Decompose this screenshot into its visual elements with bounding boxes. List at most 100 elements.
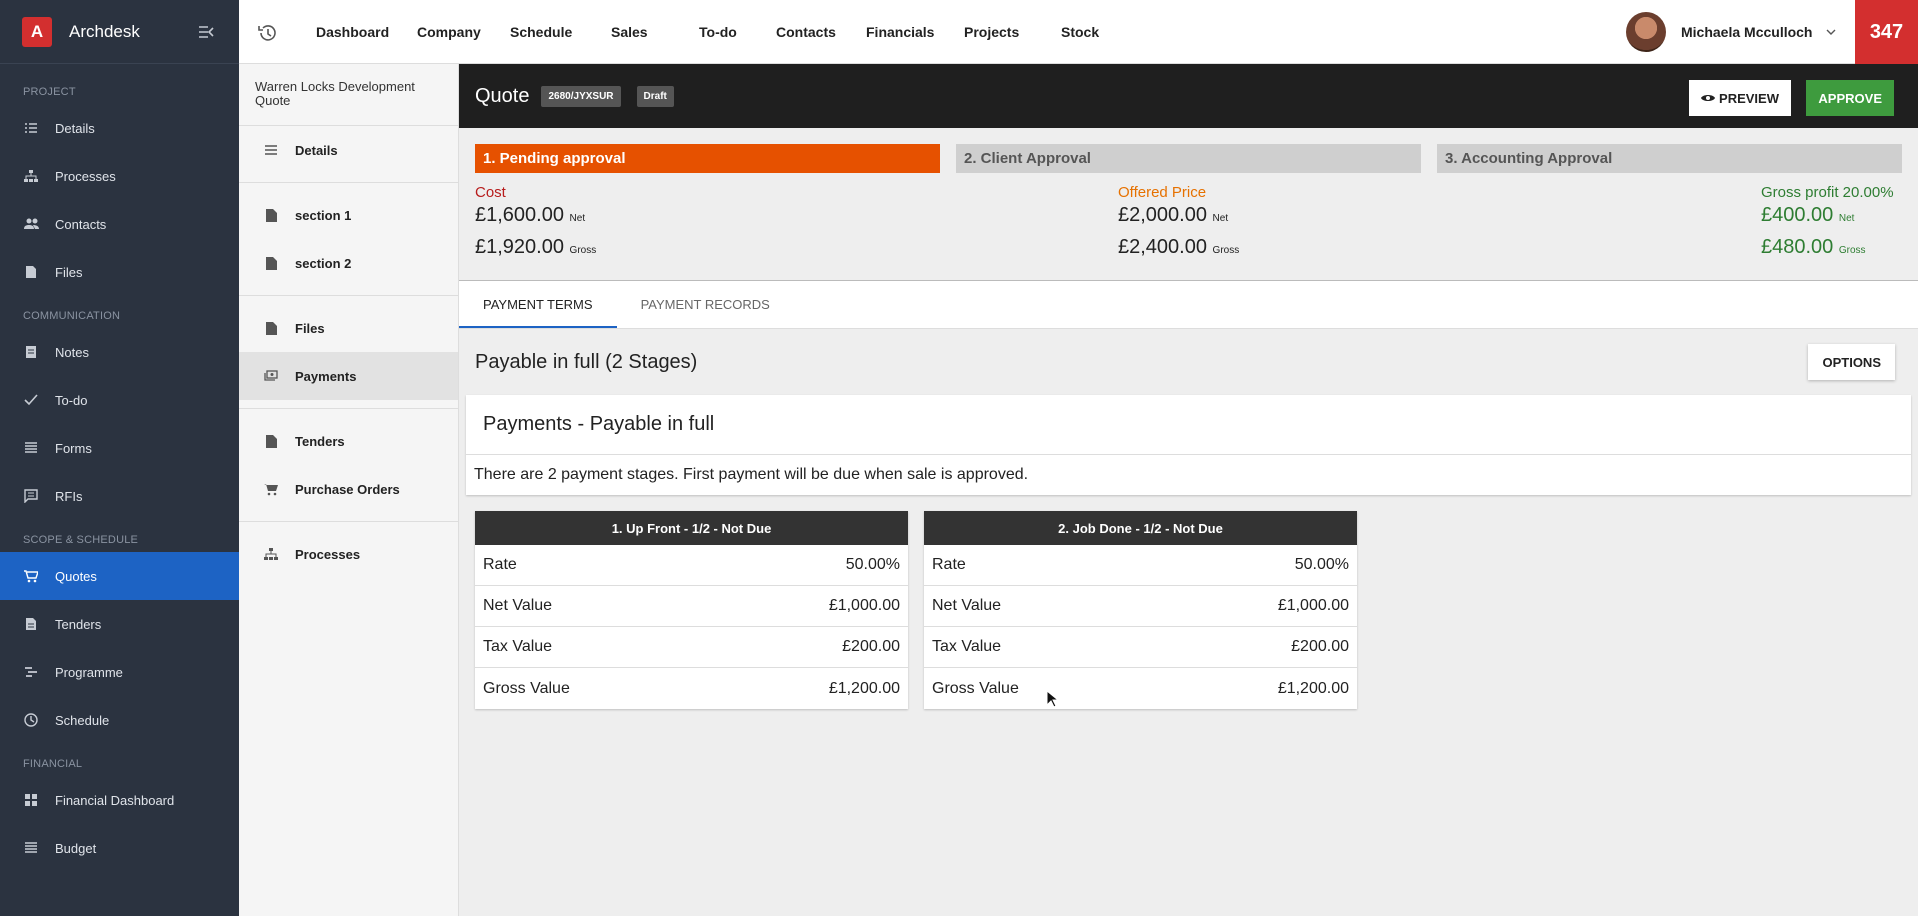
note-icon [23,344,39,360]
nav-todo[interactable]: To-do [699,24,737,40]
nav-stock[interactable]: Stock [1061,24,1099,40]
sidebar-item-label: Details [55,120,95,136]
history-icon[interactable] [257,22,279,44]
divider [239,295,458,296]
submenu-item-label: Processes [295,546,361,562]
cart-icon [23,568,39,584]
payment-stage-card: 2. Job Done - 1/2 - Not Due Rate 50.00% N… [924,511,1357,709]
submenu-item-tenders[interactable]: Tenders [239,417,458,465]
submenu-item-purchase-orders[interactable]: Purchase Orders [239,465,458,513]
submenu-item-processes[interactable]: Processes [239,530,458,578]
sidebar-item-label: Processes [55,168,116,184]
document-icon [23,616,39,632]
quote-name: Warren Locks Development Quote [239,64,458,126]
status-badge: Draft [636,85,674,107]
sidebar-section-communication: COMMUNICATION [23,310,121,322]
dashboard-icon [23,792,39,808]
table-row: Tax Value £200.00 [924,627,1357,668]
avatar [1626,12,1666,52]
clock-icon [23,712,39,728]
sidebar-item-files[interactable]: Files [0,248,239,296]
preview-label: PREVIEW [1719,90,1779,106]
offered-price-label: Offered Price [1118,184,1207,201]
sidebar-item-rfis[interactable]: RFIs [0,472,239,520]
nav-dashboard[interactable]: Dashboard [316,24,389,40]
submenu-item-files[interactable]: Files [239,304,458,352]
payments-description: There are 2 payment stages. First paymen… [474,466,1029,483]
submenu-item-details[interactable]: Details [239,126,458,174]
sidebar-item-tenders[interactable]: Tenders [0,600,239,648]
user-menu[interactable]: Michaela Mcculloch [1626,12,1836,52]
cost-net: £1,600.00 Net [475,204,586,226]
offered-price-summary: Offered Price £2,000.00 Net £2,400.00 Gr… [1118,184,1239,265]
nav-contacts[interactable]: Contacts [776,24,836,40]
sidebar-item-forms[interactable]: Forms [0,424,239,472]
submenu-item-label: section 2 [295,255,352,271]
rfi-icon [23,488,39,504]
sidebar-item-programme[interactable]: Programme [0,648,239,696]
approval-stages: 1. Pending approval 2. Client Approval 3… [459,128,1918,173]
table-row: Rate 50.00% [475,545,908,586]
submenu-item-label: Payments [295,368,357,384]
sidebar-item-notes[interactable]: Notes [0,328,239,376]
brand-logo: A [22,16,52,47]
payment-icon [263,368,279,384]
table-row: Net Value £1,000.00 [475,586,908,627]
nav-financials[interactable]: Financials [866,24,934,40]
list-icon [263,142,279,158]
sidebar-item-processes[interactable]: Processes [0,152,239,200]
payment-stage-title: 1. Up Front - 1/2 - Not Due [475,511,908,545]
submenu-item-payments[interactable]: Payments [239,352,458,400]
divider [239,182,458,183]
submenu-item-label: Details [295,142,338,158]
nav-company[interactable]: Company [417,24,481,40]
sidebar-item-budget[interactable]: Budget [0,824,239,872]
eye-icon [1701,95,1716,101]
nav-projects[interactable]: Projects [964,24,1019,40]
sidebar-item-details[interactable]: Details [0,104,239,152]
quote-submenu: Warren Locks Development Quote Details s… [239,64,459,916]
document-icon [263,433,279,449]
sidebar-item-label: Financial Dashboard [55,792,175,808]
sidebar-item-todo[interactable]: To-do [0,376,239,424]
cost-label: Cost [475,184,506,201]
notification-counter[interactable]: 347 [1855,0,1918,64]
form-icon [23,440,39,456]
sidebar-item-label: RFIs [55,488,83,504]
document-icon [263,207,279,223]
file-icon [263,320,279,336]
sidebar-item-schedule[interactable]: Schedule [0,696,239,744]
sidebar-item-label: Quotes [55,568,97,584]
offered-gross: £2,400.00 Gross [1118,236,1240,258]
sidebar-section-financial: FINANCIAL [23,758,83,770]
cost-summary: Cost £1,600.00 Net £1,920.00 Gross [475,184,596,265]
check-icon [23,392,39,408]
tab-payment-terms[interactable]: PAYMENT TERMS [459,281,617,328]
submenu-item-section-2[interactable]: section 2 [239,239,458,287]
options-button[interactable]: OPTIONS [1808,344,1895,380]
approve-button[interactable]: APPROVE [1806,80,1894,116]
collapse-sidebar-icon[interactable] [196,22,216,42]
sidebar-item-financial-dashboard[interactable]: Financial Dashboard [0,776,239,824]
submenu-item-label: Tenders [295,433,345,449]
table-row: Rate 50.00% [924,545,1357,586]
submenu-item-section-1[interactable]: section 1 [239,191,458,239]
table-row: Tax Value £200.00 [475,627,908,668]
stage-accounting-approval: 3. Accounting Approval [1437,144,1902,173]
chevron-down-icon [1826,29,1836,35]
cart-icon [263,481,279,497]
divider [239,408,458,409]
sidebar-item-contacts[interactable]: Contacts [0,200,239,248]
preview-button[interactable]: PREVIEW [1689,80,1791,116]
nav-sales[interactable]: Sales [611,24,648,40]
stage-client-approval: 2. Client Approval [956,144,1421,173]
sidebar-item-label: Programme [55,664,123,680]
tab-payment-records[interactable]: PAYMENT RECORDS [617,281,794,328]
submenu-item-label: Files [295,320,325,336]
sidebar-item-quotes[interactable]: Quotes [0,552,239,600]
sidebar-section-project: PROJECT [23,86,76,98]
nav-schedule[interactable]: Schedule [510,24,572,40]
gross-profit-label: Gross profit 20.00% [1761,184,1894,201]
payments-card: Payments - Payable in full There are 2 p… [466,395,1911,495]
sidebar-item-label: Schedule [55,712,110,728]
